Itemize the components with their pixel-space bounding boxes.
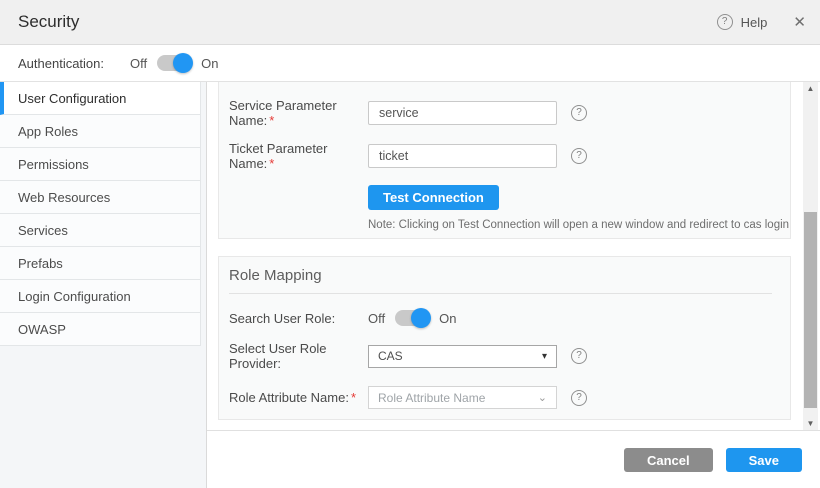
- sidebar-item-user-configuration[interactable]: User Configuration: [0, 82, 201, 115]
- role-mapping-title: Role Mapping: [219, 257, 790, 284]
- test-connection-note: Note: Clicking on Test Connection will o…: [368, 219, 790, 231]
- service-parameter-row: Service Parameter Name:* ?: [219, 98, 790, 128]
- role-provider-help-icon[interactable]: ?: [571, 348, 587, 364]
- ticket-parameter-row: Ticket Parameter Name:* ?: [219, 141, 790, 171]
- role-attribute-combobox[interactable]: Role Attribute Name ⌄: [368, 386, 557, 409]
- role-mapping-divider: [229, 293, 772, 294]
- header-actions: ? Help ✕: [717, 13, 806, 31]
- sidebar-item-permissions[interactable]: Permissions: [0, 148, 201, 181]
- dialog-header: Security ? Help ✕: [0, 0, 820, 45]
- test-connection-button[interactable]: Test Connection: [368, 185, 499, 210]
- authentication-toggle[interactable]: [157, 55, 191, 71]
- close-icon[interactable]: ✕: [793, 13, 806, 31]
- role-attribute-help-icon[interactable]: ?: [571, 390, 587, 406]
- search-user-role-row: Search User Role: Off On: [219, 310, 790, 326]
- content-panel: Service Parameter Name:* ? Ticket Parame…: [207, 82, 820, 488]
- required-marker: *: [351, 390, 356, 405]
- ticket-parameter-input[interactable]: [368, 144, 557, 168]
- security-dialog: Security ? Help ✕ Authentication: Off On…: [0, 0, 820, 488]
- ticket-parameter-label: Ticket Parameter Name:*: [229, 141, 368, 171]
- role-provider-label: Select User Role Provider:: [229, 341, 368, 371]
- role-provider-value: CAS: [378, 349, 403, 363]
- main-area: User Configuration App Roles Permissions…: [0, 82, 820, 488]
- scroll-down-icon[interactable]: ▼: [803, 419, 818, 428]
- dialog-footer: Cancel Save: [207, 431, 820, 488]
- role-attribute-row: Role Attribute Name:* Role Attribute Nam…: [219, 386, 790, 409]
- page-title: Security: [18, 12, 79, 32]
- toggle-knob: [411, 308, 431, 328]
- help-link[interactable]: Help: [741, 15, 768, 30]
- connection-settings-card: Service Parameter Name:* ? Ticket Parame…: [218, 82, 791, 239]
- authentication-off-label: Off: [130, 56, 147, 71]
- search-user-role-on-label: On: [439, 311, 456, 326]
- sidebar-item-services[interactable]: Services: [0, 214, 201, 247]
- vertical-scrollbar[interactable]: ▲ ▼: [803, 82, 818, 430]
- role-attribute-placeholder: Role Attribute Name: [378, 391, 485, 405]
- sidebar-item-app-roles[interactable]: App Roles: [0, 115, 201, 148]
- save-button[interactable]: Save: [726, 448, 802, 472]
- search-user-role-off-label: Off: [368, 311, 385, 326]
- cancel-button[interactable]: Cancel: [624, 448, 713, 472]
- toggle-knob: [173, 53, 193, 73]
- sidebar-item-prefabs[interactable]: Prefabs: [0, 247, 201, 280]
- chevron-down-icon: ⌄: [538, 393, 547, 403]
- authentication-on-label: On: [201, 56, 218, 71]
- role-mapping-card: Role Mapping Search User Role: Off On Se…: [218, 256, 791, 420]
- service-parameter-input[interactable]: [368, 101, 557, 125]
- service-parameter-label: Service Parameter Name:*: [229, 98, 368, 128]
- role-attribute-label: Role Attribute Name:*: [229, 390, 368, 405]
- role-provider-row: Select User Role Provider: CAS ▾ ?: [219, 341, 790, 371]
- search-user-role-label: Search User Role:: [229, 311, 368, 326]
- settings-sidebar: User Configuration App Roles Permissions…: [0, 82, 207, 488]
- search-user-role-toggle[interactable]: [395, 310, 429, 326]
- caret-down-icon: ▾: [542, 351, 547, 362]
- scroll-up-icon[interactable]: ▲: [803, 84, 818, 93]
- role-provider-select[interactable]: CAS ▾: [368, 345, 557, 368]
- required-marker: *: [269, 113, 274, 128]
- sidebar-item-login-configuration[interactable]: Login Configuration: [0, 280, 201, 313]
- required-marker: *: [269, 156, 274, 171]
- form-scroll-area: Service Parameter Name:* ? Ticket Parame…: [207, 82, 820, 431]
- authentication-label: Authentication:: [18, 56, 104, 71]
- service-parameter-help-icon[interactable]: ?: [571, 105, 587, 121]
- sidebar-item-web-resources[interactable]: Web Resources: [0, 181, 201, 214]
- help-icon[interactable]: ?: [717, 14, 733, 30]
- sidebar-item-owasp[interactable]: OWASP: [0, 313, 201, 346]
- ticket-parameter-help-icon[interactable]: ?: [571, 148, 587, 164]
- authentication-bar: Authentication: Off On: [0, 45, 820, 82]
- scrollbar-thumb[interactable]: [804, 212, 817, 408]
